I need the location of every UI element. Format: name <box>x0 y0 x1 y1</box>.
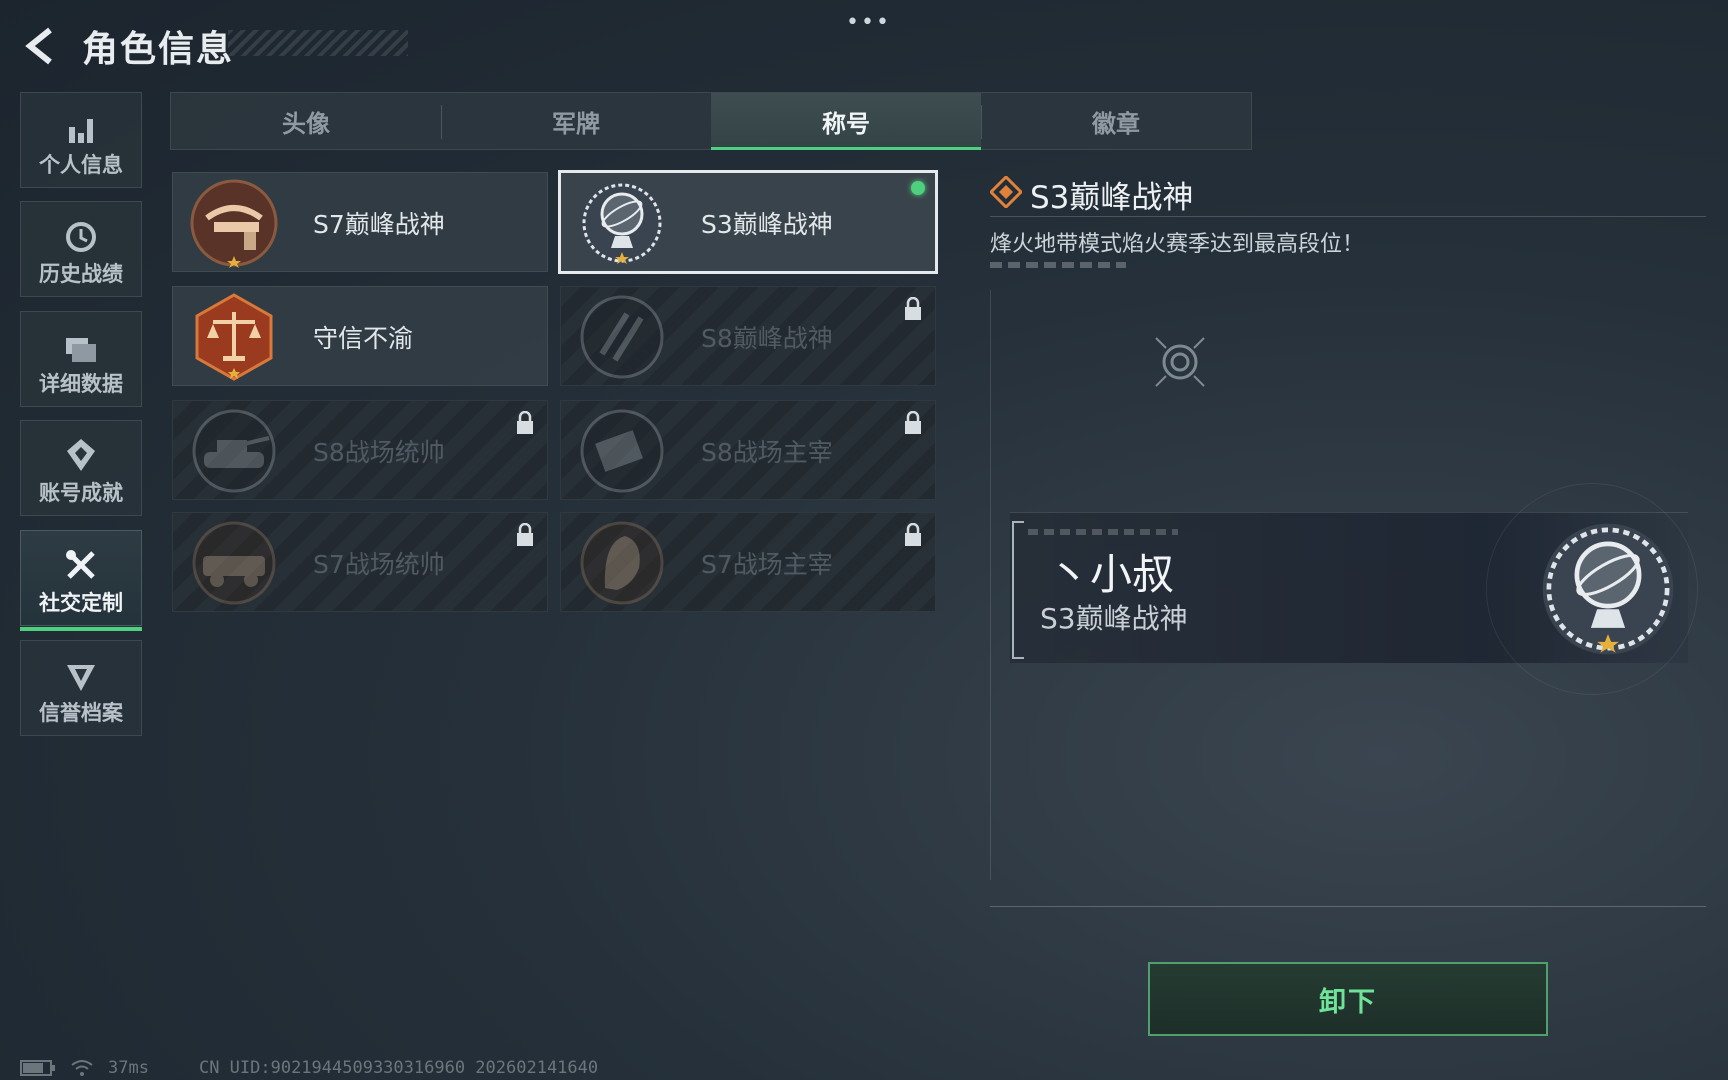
lock-icon <box>905 523 921 546</box>
lock-icon <box>517 411 533 434</box>
lock-icon <box>905 297 921 320</box>
sidebar-item-reputation[interactable]: 信誉档案 <box>20 640 142 736</box>
ping-text: 37ms <box>108 1058 149 1078</box>
title-name: S3巅峰战神 <box>701 210 833 239</box>
sidebar-item-label: 社交定制 <box>39 591 123 615</box>
tab-badge[interactable]: 徽章 <box>981 93 1251 149</box>
target-reticle-icon <box>1155 337 1205 387</box>
tank-emblem-icon <box>192 409 276 493</box>
title-card-locked[interactable]: S8巅峰战神 <box>560 286 936 386</box>
lock-icon <box>905 411 921 434</box>
back-arrow-icon[interactable] <box>20 24 64 68</box>
sidebar-item-label: 账号成就 <box>39 481 123 505</box>
title-card-selected[interactable]: S3巅峰战神 <box>558 170 938 274</box>
sidebar-item-label: 个人信息 <box>39 153 123 177</box>
sidebar-item-label: 历史战绩 <box>39 262 123 286</box>
sidebar-item-achievements[interactable]: 账号成就 <box>20 420 142 516</box>
title-card[interactable]: S7巅峰战神 <box>172 172 548 272</box>
title-name: S8巅峰战神 <box>701 324 833 353</box>
detail-description: 烽火地带模式焰火赛季达到最高段位！ <box>990 232 1365 257</box>
title-name: S8战场统帅 <box>313 438 445 467</box>
title-name: S7战场主宰 <box>701 550 833 579</box>
equipped-indicator <box>911 181 925 195</box>
shield-badge-icon <box>67 665 95 691</box>
uid-text: CN UID:9021944509330316960 202602141640 <box>198 1058 599 1078</box>
title-name: S7战场统帅 <box>313 550 445 579</box>
diamond-title-icon <box>990 176 1022 208</box>
rocket-emblem-icon <box>580 409 664 493</box>
title-name: 守信不渝 <box>313 324 414 353</box>
title-decoration <box>228 30 408 56</box>
decorative-dashes <box>990 262 1126 268</box>
title-card-locked[interactable]: S8战场主宰 <box>560 400 936 500</box>
helmet-emblem-icon <box>580 521 664 605</box>
title-card-locked[interactable]: S8战场统帅 <box>172 400 548 500</box>
scales-emblem-icon <box>195 293 273 381</box>
tools-icon <box>66 550 95 579</box>
more-options-icon[interactable]: ••• <box>846 10 891 35</box>
unequip-button[interactable]: 卸下 <box>1148 962 1548 1036</box>
battery-icon <box>20 1060 55 1076</box>
tab-title[interactable]: 称号 <box>711 93 981 150</box>
crossbow-emblem-icon <box>190 179 278 268</box>
title-card[interactable]: 守信不渝 <box>172 286 548 386</box>
category-tabs: 头像 军牌 称号 徽章 <box>170 92 1252 150</box>
title-card-locked[interactable]: S7战场统帅 <box>172 512 548 612</box>
sidebar-item-detailed-data[interactable]: 详细数据 <box>20 311 142 407</box>
decorative-code <box>1028 529 1178 535</box>
folder-icon <box>66 338 96 362</box>
stripes-emblem-icon <box>580 295 664 379</box>
sidebar-item-history[interactable]: 历史战绩 <box>20 201 142 297</box>
divider <box>990 216 1706 217</box>
sidebar-item-label: 详细数据 <box>39 372 123 396</box>
history-clock-icon <box>66 222 96 252</box>
page-title: 角色信息 <box>82 29 235 70</box>
title-name: S7巅峰战神 <box>313 210 445 239</box>
tab-dog-tag[interactable]: 军牌 <box>441 93 711 149</box>
truck-emblem-icon <box>192 521 276 605</box>
player-title: S3巅峰战神 <box>1040 602 1188 635</box>
wifi-icon <box>71 1060 93 1076</box>
player-name: 丶小叔 <box>1048 550 1175 599</box>
divider <box>990 906 1706 907</box>
lock-icon <box>517 523 533 546</box>
title-name: S8战场主宰 <box>701 438 833 467</box>
medal-icon <box>67 439 95 471</box>
sidebar-item-personal-info[interactable]: 个人信息 <box>20 92 142 188</box>
armillary-emblem-icon <box>580 181 664 265</box>
title-card-locked[interactable]: S7战场主宰 <box>560 512 936 612</box>
status-bar: 37ms CN UID:9021944509330316960 20260214… <box>20 1058 598 1078</box>
detail-title: S3巅峰战神 <box>1030 180 1194 216</box>
sidebar-item-social-custom[interactable]: 社交定制 <box>20 530 142 631</box>
bar-chart-icon <box>69 119 93 143</box>
tab-avatar[interactable]: 头像 <box>171 93 441 149</box>
armillary-emblem-icon <box>1542 523 1674 655</box>
bracket-decoration <box>1012 521 1024 659</box>
nameplate-preview: 丶小叔 S3巅峰战神 <box>1010 483 1698 695</box>
sidebar-item-label: 信誉档案 <box>39 701 123 725</box>
